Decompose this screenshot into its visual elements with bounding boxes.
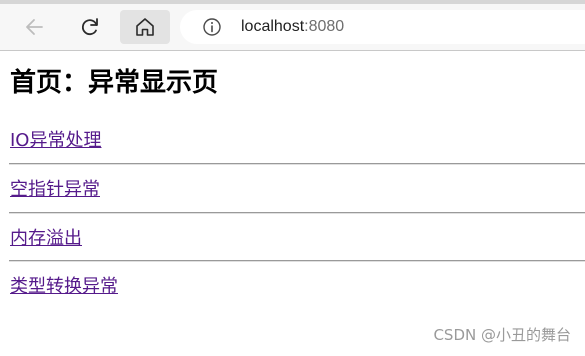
address-bar[interactable]: localhost:8080: [180, 10, 585, 44]
url-port: :8080: [304, 18, 345, 35]
reload-button[interactable]: [73, 10, 107, 44]
browser-toolbar: localhost:8080: [0, 4, 585, 50]
info-icon[interactable]: [202, 17, 222, 37]
url-text[interactable]: localhost:8080: [241, 18, 344, 36]
divider: [9, 163, 585, 165]
divider: [9, 260, 585, 262]
url-host: localhost: [241, 18, 305, 35]
link-null-pointer-exception[interactable]: 空指针异常: [10, 178, 100, 202]
back-button[interactable]: [18, 10, 52, 44]
reload-icon: [81, 18, 98, 35]
page-content: 首页：异常显示页 IO异常处理 空指针异常 内存溢出 类型转换异常 CSDN @…: [0, 51, 585, 356]
home-button[interactable]: [120, 10, 170, 44]
home-icon: [136, 18, 154, 36]
link-out-of-memory[interactable]: 内存溢出: [10, 227, 82, 251]
back-arrow-icon: [26, 19, 43, 35]
watermark: CSDN @小丑的舞台: [433, 326, 571, 344]
divider: [9, 212, 585, 214]
page-title: 首页：异常显示页: [10, 68, 219, 98]
link-class-cast-exception[interactable]: 类型转换异常: [10, 275, 118, 299]
link-io-exception[interactable]: IO异常处理: [10, 129, 101, 153]
